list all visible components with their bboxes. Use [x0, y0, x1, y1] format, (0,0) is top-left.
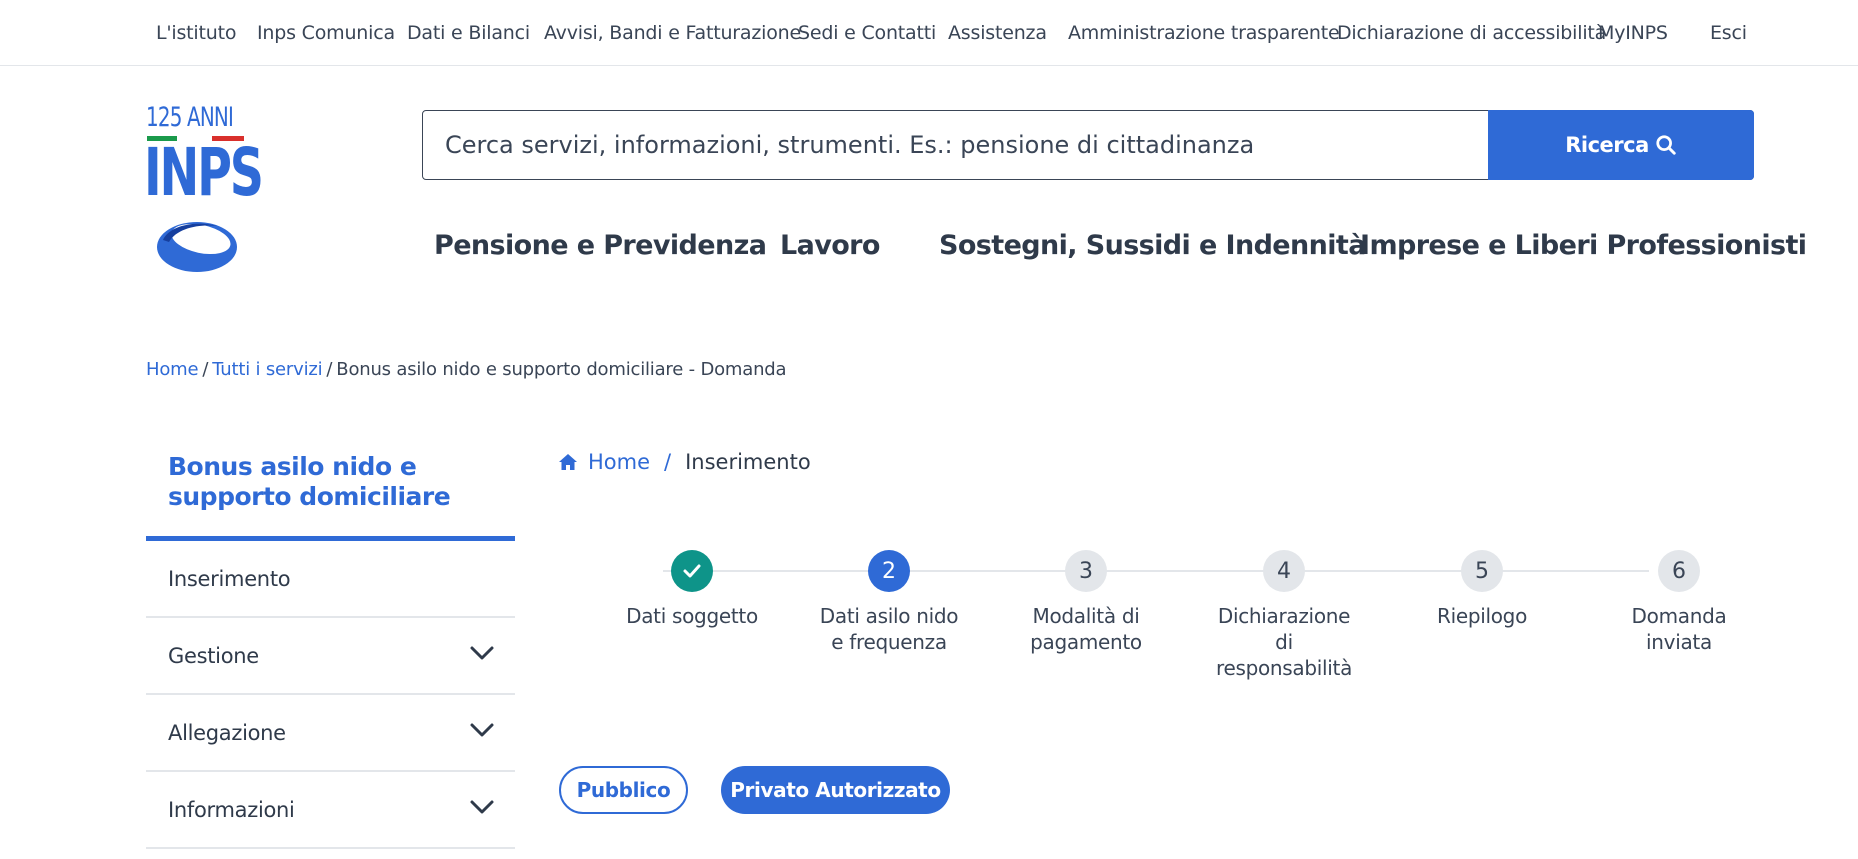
pubblico-button[interactable]: Pubblico [559, 766, 688, 814]
search-button[interactable]: Ricerca [1488, 110, 1754, 180]
topnav-inps-comunica[interactable]: Inps Comunica [257, 22, 395, 44]
step-label-line: di [1275, 630, 1293, 654]
home-icon[interactable] [558, 453, 578, 471]
topnav-assistenza[interactable]: Assistenza [948, 22, 1047, 44]
step-label-line: Domanda [1631, 604, 1727, 628]
step-label-line: pagamento [1030, 630, 1142, 654]
inner-breadcrumb-home[interactable]: Home [588, 450, 650, 474]
breadcrumb-tutti-servizi[interactable]: Tutti i servizi [212, 359, 322, 380]
privato-autorizzato-button[interactable]: Privato Autorizzato [721, 766, 950, 814]
inps-logo[interactable]: 125 ANNI INPS [144, 102, 264, 272]
step-label-line: e frequenza [831, 630, 947, 654]
sidebar-item-inserimento[interactable]: Inserimento [146, 541, 515, 618]
search-input[interactable] [423, 111, 1489, 179]
sidebar-item-gestione[interactable]: Gestione [146, 618, 515, 695]
step-dati-asilo-nido: 2 Dati asilo nido e frequenza [799, 550, 979, 655]
chevron-down-icon[interactable] [469, 644, 495, 662]
step-label-line: Dichiarazione [1217, 604, 1351, 628]
step-label-line: responsabilità [1215, 656, 1353, 680]
step-circle-todo: 4 [1263, 550, 1305, 592]
breadcrumb-separator: / [202, 359, 209, 380]
menu-pensione-previdenza[interactable]: Pensione e Previdenza [434, 230, 767, 261]
sidebar-title: Bonus asilo nido e supporto domiciliare [168, 452, 451, 511]
topnav-dati-bilanci[interactable]: Dati e Bilanci [407, 22, 530, 44]
menu-lavoro[interactable]: Lavoro [780, 230, 880, 261]
step-label: Riepilogo [1392, 603, 1572, 629]
search-icon [1656, 135, 1676, 155]
inner-breadcrumb: Home / Inserimento [558, 450, 811, 474]
menu-imprese-professionisti[interactable]: Imprese e Liberi Professionisti [1360, 230, 1807, 261]
sidebar-item-allegazione[interactable]: Allegazione [146, 695, 515, 772]
topnav-esci[interactable]: Esci [1710, 22, 1747, 44]
sidebar-item-label: Informazioni [168, 798, 295, 822]
step-label-line: Modalità di [1032, 604, 1140, 628]
step-label-line: Dati asilo nido [819, 604, 959, 628]
step-label: Modalità di pagamento [996, 603, 1176, 655]
step-label: Dichiarazione di responsabilità [1194, 603, 1374, 681]
sidebar-item-informazioni[interactable]: Informazioni [146, 772, 515, 849]
step-label-line: Riepilogo [1436, 604, 1528, 628]
topnav-myinps[interactable]: MyINPS [1598, 22, 1668, 44]
breadcrumb-home[interactable]: Home [146, 359, 199, 380]
step-label: Dati soggetto [602, 603, 782, 629]
breadcrumb-separator: / [326, 359, 333, 380]
top-nav: L'istituto Inps Comunica Dati e Bilanci … [0, 0, 1858, 66]
step-circle-todo: 6 [1658, 550, 1700, 592]
step-label: Dati asilo nido e frequenza [799, 603, 979, 655]
breadcrumb: Home / Tutti i servizi / Bonus asilo nido e … [146, 359, 787, 380]
search-bar: Ricerca [422, 110, 1754, 180]
step-dati-soggetto: Dati soggetto [602, 550, 782, 629]
step-label-line: Dati soggetto [626, 604, 758, 628]
sidebar-item-label: Inserimento [168, 567, 291, 591]
topnav-dichiarazione-accessibilita[interactable]: Dichiarazione di accessibilità [1337, 22, 1606, 44]
inner-breadcrumb-separator: / [664, 450, 672, 474]
step-circle-done [671, 550, 713, 592]
sidebar-item-label: Allegazione [168, 721, 286, 745]
search-button-label: Ricerca [1565, 133, 1649, 157]
step-riepilogo: 5 Riepilogo [1392, 550, 1572, 629]
step-label-line: inviata [1646, 630, 1712, 654]
step-circle-todo: 3 [1065, 550, 1107, 592]
topnav-istituto[interactable]: L'istituto [156, 22, 236, 44]
topnav-amministrazione-trasparente[interactable]: Amministrazione trasparente [1068, 22, 1340, 44]
logo-anni-text: 125 ANNI [146, 102, 234, 133]
sidebar-item-label: Gestione [168, 644, 259, 668]
step-dichiarazione-responsabilita: 4 Dichiarazione di responsabilità [1194, 550, 1374, 681]
chevron-down-icon[interactable] [469, 798, 495, 816]
topnav-sedi-contatti[interactable]: Sedi e Contatti [798, 22, 936, 44]
step-domanda-inviata: 6 Domanda inviata [1589, 550, 1769, 655]
menu-sostegni-sussidi[interactable]: Sostegni, Sussidi e Indennità [939, 230, 1366, 261]
check-icon [683, 564, 701, 578]
chevron-down-icon[interactable] [469, 721, 495, 739]
progress-stepper: Dati soggetto 2 Dati asilo nido e freque… [560, 550, 1766, 690]
inps-ring-logo [157, 222, 237, 272]
inner-breadcrumb-current: Inserimento [685, 450, 811, 474]
topnav-avvisi[interactable]: Avvisi, Bandi e Fatturazione [544, 22, 801, 44]
step-modalita-pagamento: 3 Modalità di pagamento [996, 550, 1176, 655]
breadcrumb-current: Bonus asilo nido e supporto domiciliare … [336, 359, 787, 380]
step-circle-todo: 5 [1461, 550, 1503, 592]
logo-brand-text: INPS [144, 134, 264, 211]
step-circle-active: 2 [868, 550, 910, 592]
step-label: Domanda inviata [1589, 603, 1769, 655]
